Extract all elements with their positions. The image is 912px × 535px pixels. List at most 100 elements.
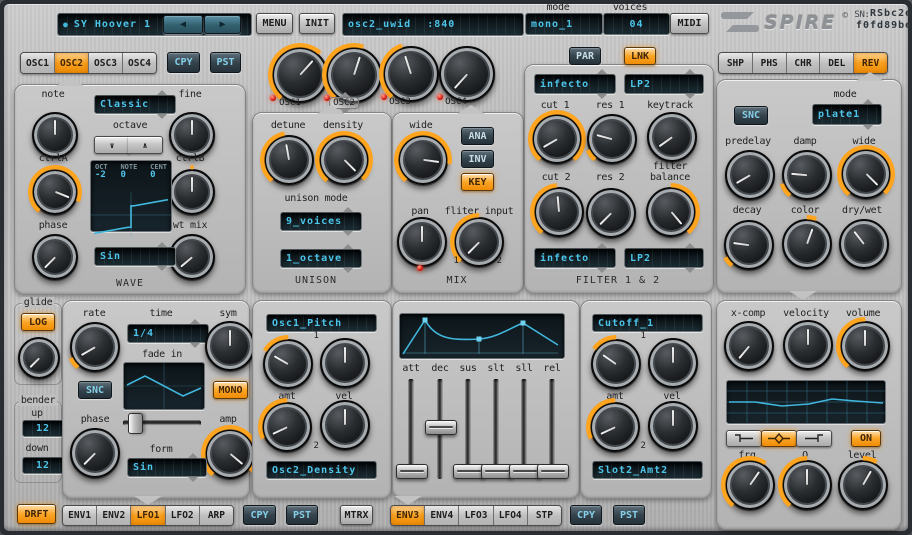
matrix-left-vel2-knob[interactable] bbox=[320, 400, 370, 450]
dry-wet-knob[interactable] bbox=[839, 219, 889, 269]
tab-env4[interactable]: ENV4 bbox=[424, 506, 458, 525]
osc2-level-knob[interactable] bbox=[326, 47, 382, 103]
lfo-phase-slider[interactable] bbox=[121, 413, 203, 432]
note-knob[interactable] bbox=[32, 112, 78, 158]
tab-lfo3[interactable]: LFO3 bbox=[458, 506, 492, 525]
mode-select[interactable]: mono_1 bbox=[525, 13, 603, 35]
lfo-mono-button[interactable]: MONO bbox=[213, 381, 248, 399]
matrix-left-vel1-knob[interactable] bbox=[320, 338, 370, 388]
env-paste-button[interactable]: PST bbox=[613, 505, 645, 525]
eq-q-knob[interactable] bbox=[782, 460, 832, 510]
lfo-form-select[interactable]: Sin bbox=[127, 458, 207, 477]
lfo-sym-knob[interactable] bbox=[205, 321, 255, 371]
env-copy-button[interactable]: CPY bbox=[570, 505, 602, 525]
lfo-time-select[interactable]: 1/4 bbox=[127, 324, 209, 343]
reverb-mode-select[interactable]: plate1 bbox=[812, 104, 882, 125]
matrix-button[interactable]: MTRX bbox=[340, 505, 373, 525]
reverb-wide-knob[interactable] bbox=[841, 149, 891, 199]
decay-knob[interactable] bbox=[724, 220, 774, 270]
matrix-right-amt2-knob[interactable] bbox=[590, 402, 640, 452]
ana-button[interactable]: ANA bbox=[461, 127, 494, 145]
volume-knob[interactable] bbox=[840, 321, 890, 371]
tab-shaper[interactable]: SHP bbox=[719, 53, 752, 73]
midi-button[interactable]: MIDI bbox=[670, 13, 709, 34]
reverb-sync-button[interactable]: SNC bbox=[734, 106, 768, 125]
matrix-right-amt1-knob[interactable] bbox=[591, 339, 641, 389]
filter1-shape-select[interactable]: LP2 bbox=[624, 74, 704, 94]
tab-reverb[interactable]: REV bbox=[853, 53, 887, 73]
tab-arp[interactable]: ARP bbox=[199, 506, 233, 525]
lfo-sync-button[interactable]: SNC bbox=[78, 381, 112, 399]
slider-handle[interactable] bbox=[128, 413, 143, 434]
res2-knob[interactable] bbox=[586, 188, 636, 238]
x-comp-knob[interactable] bbox=[724, 321, 774, 371]
mod-copy-button[interactable]: CPY bbox=[243, 505, 276, 525]
eq-on-button[interactable]: ON bbox=[851, 430, 881, 447]
osc-copy-button[interactable]: CPY bbox=[167, 52, 200, 73]
bender-up-value[interactable]: 12 bbox=[22, 420, 64, 437]
env-rel-slider[interactable] bbox=[537, 378, 567, 480]
tab-phaser[interactable]: PHS bbox=[752, 53, 786, 73]
lfo-phase-knob[interactable] bbox=[70, 428, 120, 478]
cut1-knob[interactable] bbox=[532, 114, 582, 164]
osc3-level-knob[interactable] bbox=[383, 46, 439, 102]
osc1-level-knob[interactable] bbox=[272, 47, 328, 103]
init-button[interactable]: INIT bbox=[299, 13, 335, 34]
next-preset-button[interactable]: ▶ bbox=[204, 15, 241, 34]
res1-knob[interactable] bbox=[587, 114, 637, 164]
matrix-right-target-bottom[interactable]: Slot2_Amt2 bbox=[592, 461, 703, 479]
matrix-left-target-top[interactable]: Osc1_Pitch bbox=[266, 314, 377, 332]
tab-chorus[interactable]: CHR bbox=[786, 53, 820, 73]
filter2-shape-select[interactable]: LP2 bbox=[624, 248, 704, 268]
glide-log-button[interactable]: LOG bbox=[21, 313, 55, 331]
velocity-knob[interactable] bbox=[783, 320, 833, 370]
lnk-button[interactable]: LNK bbox=[624, 47, 656, 65]
osc-phase-knob[interactable] bbox=[32, 234, 78, 280]
damp-knob[interactable] bbox=[782, 150, 832, 200]
voices-select[interactable]: 04 bbox=[603, 13, 670, 35]
octave-up-button[interactable]: ∧ bbox=[128, 136, 163, 154]
glide-knob[interactable] bbox=[18, 337, 60, 379]
tab-stp[interactable]: STP bbox=[527, 506, 561, 525]
bender-down-value[interactable]: 12 bbox=[22, 457, 64, 474]
color-knob[interactable] bbox=[782, 219, 832, 269]
unison-voices-select[interactable]: 9_voices bbox=[280, 212, 362, 231]
inv-button[interactable]: INV bbox=[461, 150, 494, 168]
density-knob[interactable] bbox=[319, 135, 369, 185]
key-button[interactable]: KEY bbox=[461, 173, 494, 191]
env-sll-slider[interactable] bbox=[509, 378, 539, 480]
detune-knob[interactable] bbox=[264, 135, 314, 185]
slider-handle[interactable] bbox=[396, 464, 428, 479]
env-dec-slider[interactable] bbox=[425, 378, 455, 480]
lfo-amp-knob[interactable] bbox=[205, 429, 255, 479]
tab-osc1[interactable]: OSC1 bbox=[21, 53, 54, 73]
eq-level-knob[interactable] bbox=[838, 460, 888, 510]
matrix-left-amt2-knob[interactable] bbox=[262, 402, 312, 452]
octave-down-button[interactable]: ∨ bbox=[94, 136, 130, 154]
filter2-type-select[interactable]: infecto bbox=[534, 248, 616, 268]
tab-osc3[interactable]: OSC3 bbox=[88, 53, 122, 73]
matrix-left-amt1-knob[interactable] bbox=[263, 339, 313, 389]
lfo-rate-knob[interactable] bbox=[70, 322, 120, 372]
tab-lfo2[interactable]: LFO2 bbox=[165, 506, 199, 525]
pan-knob[interactable] bbox=[397, 217, 447, 267]
cut2-knob[interactable] bbox=[534, 187, 584, 237]
slider-handle[interactable] bbox=[537, 464, 569, 479]
menu-button[interactable]: MENU bbox=[256, 13, 293, 34]
env-att-slider[interactable] bbox=[396, 378, 426, 480]
tab-lfo1[interactable]: LFO1 bbox=[130, 506, 164, 525]
mod-paste-button[interactable]: PST bbox=[286, 505, 318, 525]
env-slt-slider[interactable] bbox=[481, 378, 511, 480]
ctrlA-knob[interactable] bbox=[32, 169, 78, 215]
mix-wide-knob[interactable] bbox=[398, 135, 448, 185]
eq-lowshelf-button[interactable] bbox=[726, 430, 762, 447]
filter-balance-knob[interactable] bbox=[646, 187, 696, 237]
osc4-level-knob[interactable] bbox=[439, 46, 495, 102]
unison-octave-select[interactable]: 1_octave bbox=[280, 249, 362, 268]
osc-paste-button[interactable]: PST bbox=[210, 52, 241, 73]
tab-delay[interactable]: DEL bbox=[819, 53, 853, 73]
par-button[interactable]: PAR bbox=[569, 47, 601, 65]
keytrack-knob[interactable] bbox=[647, 112, 697, 162]
env-sus-slider[interactable] bbox=[453, 378, 483, 480]
tab-env3[interactable]: ENV3 bbox=[391, 506, 424, 525]
